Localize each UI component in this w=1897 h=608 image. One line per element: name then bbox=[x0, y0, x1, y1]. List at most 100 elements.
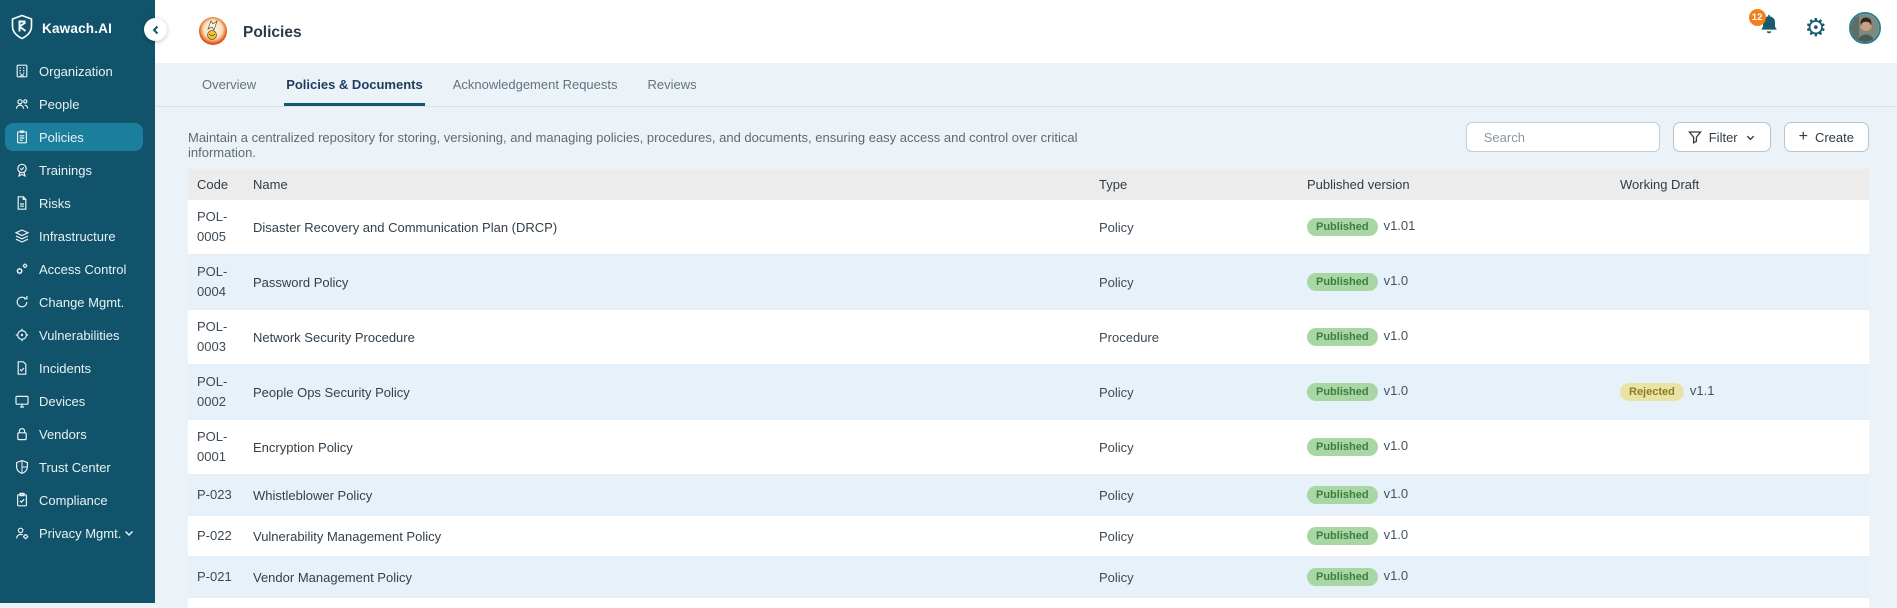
cell-name: Disaster Recovery and Communication Plan… bbox=[253, 219, 558, 235]
main-content: Policies 12 ⚙ Overview Policies & Docume… bbox=[155, 0, 1897, 608]
version-text: v1.01 bbox=[1383, 218, 1416, 233]
version-text: v1.0 bbox=[1383, 438, 1409, 453]
sidebar-item-people[interactable]: People bbox=[5, 90, 143, 118]
status-badge: Published bbox=[1307, 486, 1378, 504]
settings-gear-icon[interactable]: ⚙ bbox=[1805, 15, 1827, 41]
sidebar-item-label: Access Control bbox=[39, 261, 127, 277]
cell-working-draft: Rejected v1.1 bbox=[1620, 383, 1869, 401]
app-logo: Kawach.AI bbox=[0, 0, 155, 44]
sidebar-item-change-mgmt[interactable]: Change Mgmt. bbox=[5, 288, 143, 316]
cell-name: Password Policy bbox=[253, 274, 349, 290]
sidebar-item-label: Incidents bbox=[39, 360, 92, 376]
layers-icon bbox=[14, 228, 30, 244]
table-row[interactable]: POL-0001 Encryption Policy Policy Publis… bbox=[188, 420, 1869, 475]
sidebar-item-label: Vulnerabilities bbox=[39, 327, 120, 343]
version-text: v1.0 bbox=[1383, 273, 1409, 288]
sidebar-item-compliance[interactable]: Compliance bbox=[5, 486, 143, 514]
sidebar-item-label: Organization bbox=[39, 63, 113, 79]
version-text: v1.0 bbox=[1383, 486, 1409, 501]
tab-label: Policies & Documents bbox=[286, 77, 423, 92]
cell-code: P-022 bbox=[197, 527, 232, 543]
sidebar-item-risks[interactable]: Risks bbox=[5, 189, 143, 217]
sidebar-item-policies[interactable]: Policies bbox=[5, 123, 143, 151]
table-row[interactable]: POL-0002 People Ops Security Policy Poli… bbox=[188, 365, 1869, 420]
cell-name: Encryption Policy bbox=[253, 439, 353, 455]
toolbar: Filter + Create bbox=[1465, 122, 1869, 152]
table-row[interactable]: P-023 Whistleblower Policy Policy Publis… bbox=[188, 475, 1869, 516]
tab-bar: Overview Policies & Documents Acknowledg… bbox=[155, 63, 1897, 107]
cell-published-version: Published v1.0 bbox=[1307, 273, 1620, 291]
page-description: Maintain a centralized repository for st… bbox=[188, 130, 1078, 160]
version-text: v1.0 bbox=[1383, 527, 1409, 542]
cell-type: Policy bbox=[1099, 384, 1134, 400]
sidebar-item-privacy-mgmt[interactable]: Privacy Mgmt. bbox=[5, 519, 143, 547]
sidebar-item-infrastructure[interactable]: Infrastructure bbox=[5, 222, 143, 250]
sidebar-item-trust-center[interactable]: Trust Center bbox=[5, 453, 143, 481]
table-row[interactable]: P-022 Vulnerability Management Policy Po… bbox=[188, 516, 1869, 557]
table-row[interactable]: POL-0005 Disaster Recovery and Communica… bbox=[188, 200, 1869, 255]
search-box[interactable] bbox=[1465, 122, 1660, 152]
status-badge: Published bbox=[1307, 568, 1378, 586]
cell-code: POL-0003 bbox=[197, 318, 228, 354]
clipboard-icon bbox=[14, 129, 30, 145]
cell-type: Policy bbox=[1099, 274, 1134, 290]
cell-published-version: Published v1.0 bbox=[1307, 383, 1620, 401]
filter-label: Filter bbox=[1708, 129, 1738, 145]
cell-published-version: Published v1.0 bbox=[1307, 328, 1620, 346]
sidebar-item-devices[interactable]: Devices bbox=[5, 387, 143, 415]
avatar-photo bbox=[1851, 14, 1879, 42]
sidebar-item-access-control[interactable]: Access Control bbox=[5, 255, 143, 283]
cell-type: Policy bbox=[1099, 219, 1134, 235]
table-row[interactable]: P-021 Vendor Management Policy Policy Pu… bbox=[188, 557, 1869, 598]
table-row[interactable]: POL-0003 Network Security Procedure Proc… bbox=[188, 310, 1869, 365]
table-row[interactable]: POL-0004 Password Policy Policy Publishe… bbox=[188, 255, 1869, 310]
sidebar-item-label: Trainings bbox=[39, 162, 92, 178]
table-header: Code Name Type Published version Working… bbox=[188, 169, 1869, 200]
chevron-down-icon bbox=[123, 527, 135, 539]
cell-type: Policy bbox=[1099, 487, 1134, 503]
monitor-icon bbox=[14, 393, 30, 409]
sidebar-item-incidents[interactable]: Incidents bbox=[5, 354, 143, 382]
create-button[interactable]: + Create bbox=[1783, 122, 1869, 152]
tab-overview[interactable]: Overview bbox=[202, 63, 256, 106]
tab-policies-documents[interactable]: Policies & Documents bbox=[284, 63, 425, 106]
document-icon bbox=[14, 195, 30, 211]
cell-published-version: Published v1.0 bbox=[1307, 527, 1620, 545]
status-badge: Published bbox=[1307, 383, 1378, 401]
sidebar-item-label: Devices bbox=[39, 393, 86, 409]
column-header-name: Name bbox=[253, 177, 288, 192]
column-header-type: Type bbox=[1099, 177, 1128, 192]
column-header-published-version: Published version bbox=[1307, 177, 1410, 192]
cell-name: Vendor Management Policy bbox=[253, 569, 412, 585]
tab-reviews[interactable]: Reviews bbox=[648, 63, 697, 106]
sidebar-item-trainings[interactable]: Trainings bbox=[5, 156, 143, 184]
page-title: Policies bbox=[243, 23, 302, 41]
sidebar-item-label: Policies bbox=[39, 129, 84, 145]
cell-type: Policy bbox=[1099, 439, 1134, 455]
sidebar-item-vulnerabilities[interactable]: Vulnerabilities bbox=[5, 321, 143, 349]
people-icon bbox=[14, 96, 30, 112]
user-avatar[interactable] bbox=[1849, 12, 1881, 44]
notifications-button[interactable]: 12 bbox=[1748, 9, 1783, 43]
sidebar-item-vendors[interactable]: Vendors bbox=[5, 420, 143, 448]
cell-published-version: Published v1.0 bbox=[1307, 486, 1620, 504]
sidebar-collapse-button[interactable] bbox=[144, 18, 167, 41]
status-badge: Published bbox=[1307, 527, 1378, 545]
shield-logo-icon bbox=[10, 14, 34, 43]
cell-type: Procedure bbox=[1099, 329, 1159, 345]
sidebar-item-label: Risks bbox=[39, 195, 71, 211]
create-label: Create bbox=[1814, 129, 1854, 145]
policies-table: Code Name Type Published version Working… bbox=[188, 169, 1869, 608]
tab-label: Acknowledgement Requests bbox=[452, 77, 618, 92]
tab-acknowledgement-requests[interactable]: Acknowledgement Requests bbox=[453, 63, 618, 106]
sidebar-item-organization[interactable]: Organization bbox=[5, 57, 143, 85]
sidebar-item-label: Trust Center bbox=[39, 459, 111, 475]
chevron-down-icon bbox=[1746, 135, 1754, 140]
filter-button[interactable]: Filter bbox=[1672, 122, 1771, 152]
cell-published-version: Published v1.0 bbox=[1307, 438, 1620, 456]
cell-published-version: Published v1.0 bbox=[1307, 568, 1620, 586]
search-input[interactable] bbox=[1483, 129, 1660, 145]
sidebar-item-label: Compliance bbox=[39, 492, 108, 508]
cell-code: P-021 bbox=[197, 568, 232, 584]
sidebar-item-label: Privacy Mgmt. bbox=[39, 525, 122, 541]
